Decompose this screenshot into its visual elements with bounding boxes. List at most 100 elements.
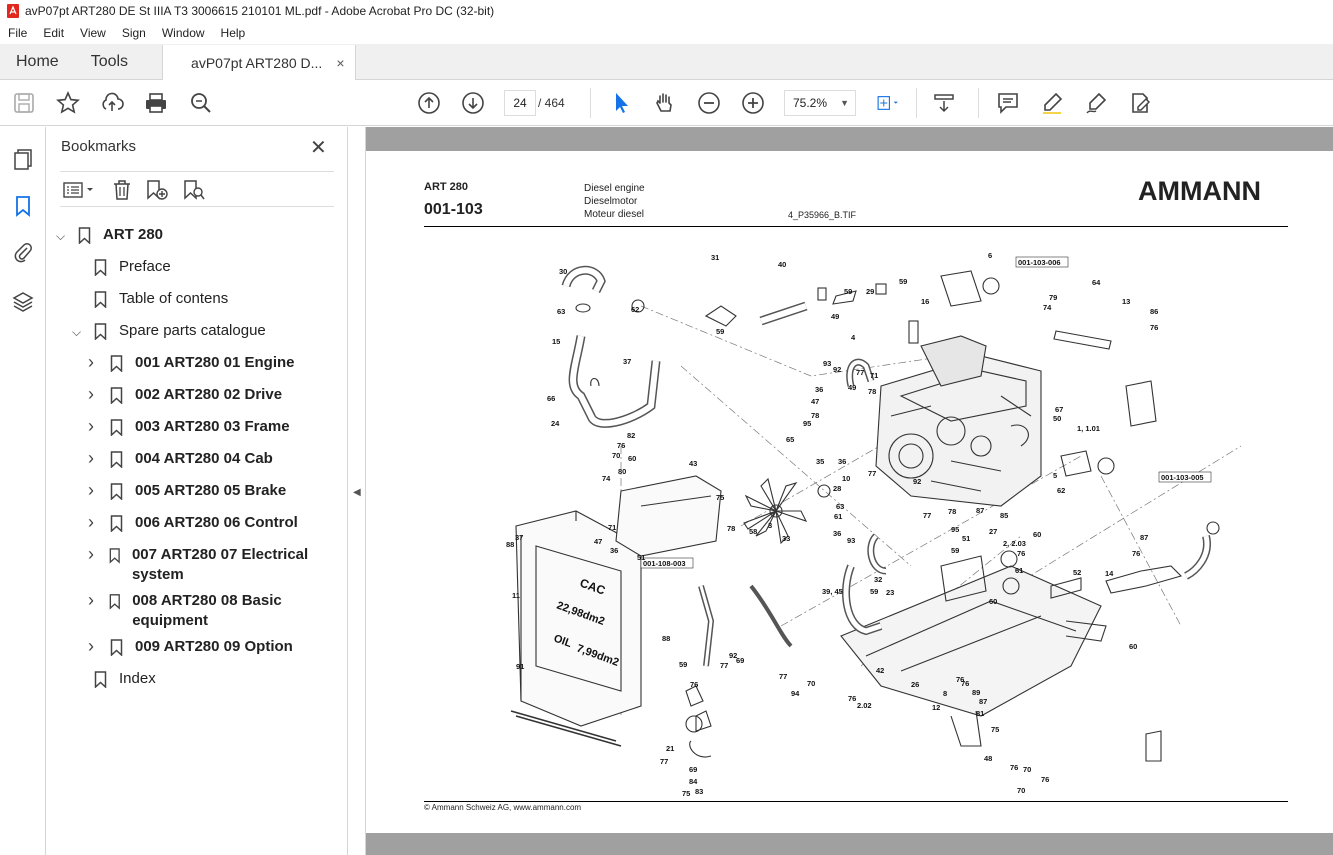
part-callout: 5 bbox=[1053, 471, 1057, 480]
bookmark-item[interactable]: › 007 ART280 07 Electrical system bbox=[88, 544, 336, 585]
tab-tools-label: Tools bbox=[90, 52, 129, 70]
tab-tools[interactable]: Tools bbox=[75, 44, 144, 79]
image-filename: 4_P35966_B.TIF bbox=[788, 210, 857, 220]
save-icon[interactable] bbox=[12, 91, 36, 115]
chevron-right-icon[interactable]: › bbox=[88, 544, 99, 565]
fit-page-icon[interactable] bbox=[876, 91, 900, 115]
select-cursor-icon[interactable] bbox=[609, 91, 633, 115]
part-callout: 58 bbox=[749, 527, 757, 536]
panel-splitter[interactable]: ◀ bbox=[348, 127, 366, 855]
menu-window[interactable]: Window bbox=[154, 26, 213, 40]
part-callout: 93 bbox=[847, 536, 855, 545]
bookmark-icon bbox=[94, 671, 107, 688]
chevron-right-icon[interactable]: › bbox=[88, 416, 100, 437]
chevron-right-icon[interactable]: › bbox=[88, 352, 100, 373]
bookmark-label: Table of contens bbox=[119, 290, 229, 307]
bookmark-item[interactable]: › 008 ART280 08 Basic equipment bbox=[88, 590, 336, 631]
chevron-right-icon[interactable]: › bbox=[88, 384, 100, 405]
part-callout: 10 bbox=[842, 474, 850, 483]
highlight-pen-icon[interactable] bbox=[1040, 91, 1064, 115]
tab-bar: Home Tools avP07pt ART280 D... × bbox=[0, 44, 1333, 80]
chevron-right-icon[interactable]: › bbox=[88, 512, 100, 533]
part-callout: 65 bbox=[786, 435, 794, 444]
bookmark-item[interactable]: › 005 ART280 05 Brake bbox=[88, 480, 336, 501]
hand-tool-icon[interactable] bbox=[653, 91, 677, 115]
tab-home[interactable]: Home bbox=[0, 44, 75, 79]
bookmark-item[interactable]: › 009 ART280 09 Option bbox=[88, 636, 336, 657]
page-thumbnails-icon[interactable] bbox=[11, 147, 35, 171]
tab-document[interactable]: avP07pt ART280 D... × bbox=[162, 45, 356, 80]
comment-icon[interactable] bbox=[996, 91, 1020, 115]
zoom-level-select[interactable]: 75.2% ▼ bbox=[784, 90, 856, 116]
part-callout: 51 bbox=[962, 534, 970, 543]
menu-file[interactable]: File bbox=[0, 26, 35, 40]
ref-001-103-005: 001-103-005 bbox=[1161, 473, 1204, 482]
page-number-input[interactable]: 24 bbox=[504, 90, 536, 116]
zoom-in-icon[interactable] bbox=[741, 91, 765, 115]
print-icon[interactable] bbox=[144, 91, 168, 115]
bookmark-icon bbox=[94, 291, 107, 308]
star-icon[interactable] bbox=[56, 91, 80, 115]
close-icon[interactable]: ✕ bbox=[310, 135, 327, 160]
tab-close-button[interactable]: × bbox=[336, 55, 344, 71]
bookmark-item[interactable]: › 002 ART280 02 Drive bbox=[88, 384, 336, 405]
new-bookmark-icon[interactable] bbox=[145, 179, 169, 206]
menu-edit[interactable]: Edit bbox=[35, 26, 72, 40]
footer-divider bbox=[424, 801, 1288, 802]
next-page-icon[interactable] bbox=[461, 91, 485, 115]
scroll-mode-icon[interactable] bbox=[932, 91, 956, 115]
part-callout: 87 bbox=[1140, 533, 1148, 542]
sign-pen-icon[interactable] bbox=[1084, 91, 1108, 115]
bookmark-item[interactable]: › 004 ART280 04 Cab bbox=[88, 448, 336, 469]
bookmark-panel-icon[interactable] bbox=[11, 194, 35, 218]
menu-view[interactable]: View bbox=[72, 26, 114, 40]
part-callout: 76 bbox=[1132, 549, 1140, 558]
previous-page-icon[interactable] bbox=[417, 91, 441, 115]
bookmark-label: 009 ART280 09 Option bbox=[135, 638, 293, 655]
part-callout: 48 bbox=[984, 754, 992, 763]
page-description: Diesel engine Dieselmotor Moteur diesel bbox=[584, 182, 645, 221]
bookmark-item[interactable]: Index bbox=[72, 670, 336, 689]
menu-sign[interactable]: Sign bbox=[114, 26, 154, 40]
bookmark-item[interactable]: ⌵ Spare parts catalogue bbox=[72, 322, 336, 341]
part-callout: 2, 2.03 bbox=[1003, 539, 1026, 548]
edit-document-icon[interactable] bbox=[1128, 91, 1152, 115]
chevron-right-icon[interactable]: › bbox=[88, 636, 100, 657]
chevron-down-icon[interactable]: ⌵ bbox=[56, 229, 68, 244]
upload-cloud-icon[interactable] bbox=[100, 91, 124, 115]
part-callout: 76 bbox=[617, 441, 625, 450]
part-callout: 76 bbox=[1010, 763, 1018, 772]
part-callout: 94 bbox=[791, 689, 800, 698]
bookmark-item[interactable]: ⌵ ART 280 bbox=[56, 226, 336, 245]
chevron-right-icon[interactable]: › bbox=[88, 448, 100, 469]
bookmarks-panel: Bookmarks ✕ ⌵ ART 280 Preface Table of cont… bbox=[46, 127, 348, 855]
bookmark-item[interactable]: Preface bbox=[72, 258, 336, 277]
chevron-right-icon[interactable]: › bbox=[88, 590, 99, 611]
bookmark-item[interactable]: Table of contens bbox=[72, 290, 336, 309]
chevron-down-icon[interactable]: ⌵ bbox=[72, 325, 84, 340]
document-viewer[interactable]: ART 280 001-103 Diesel engine Dieselmoto… bbox=[366, 127, 1333, 855]
menu-help[interactable]: Help bbox=[213, 26, 254, 40]
search-icon[interactable] bbox=[189, 91, 213, 115]
bookmark-item[interactable]: › 006 ART280 06 Control bbox=[88, 512, 336, 533]
bookmark-item[interactable]: › 003 ART280 03 Frame bbox=[88, 416, 336, 437]
bookmark-options-icon[interactable] bbox=[63, 181, 97, 204]
part-callout: 77 bbox=[660, 757, 668, 766]
chevron-right-icon[interactable]: › bbox=[88, 480, 100, 501]
part-callout: 2.02 bbox=[857, 701, 872, 710]
part-callout: 33 bbox=[782, 534, 790, 543]
layers-icon[interactable] bbox=[11, 289, 35, 313]
ref-001-108-003: 001-108-003 bbox=[643, 559, 686, 568]
find-bookmark-icon[interactable] bbox=[182, 179, 206, 206]
bookmark-label: Spare parts catalogue bbox=[119, 322, 266, 339]
zoom-out-icon[interactable] bbox=[697, 91, 721, 115]
part-callout: 39, 45 bbox=[822, 587, 843, 596]
page-footer: © Ammann Schweiz AG, www.ammann.com bbox=[424, 803, 582, 812]
delete-bookmark-icon[interactable] bbox=[112, 179, 132, 206]
collapse-panel-icon[interactable]: ◀ bbox=[353, 487, 361, 498]
left-navigation-rail bbox=[0, 127, 46, 855]
bookmark-item[interactable]: › 001 ART280 01 Engine bbox=[88, 352, 336, 373]
part-callout: 36 bbox=[838, 457, 846, 466]
part-callout: 92 bbox=[913, 477, 921, 486]
attachment-icon[interactable] bbox=[11, 240, 35, 264]
